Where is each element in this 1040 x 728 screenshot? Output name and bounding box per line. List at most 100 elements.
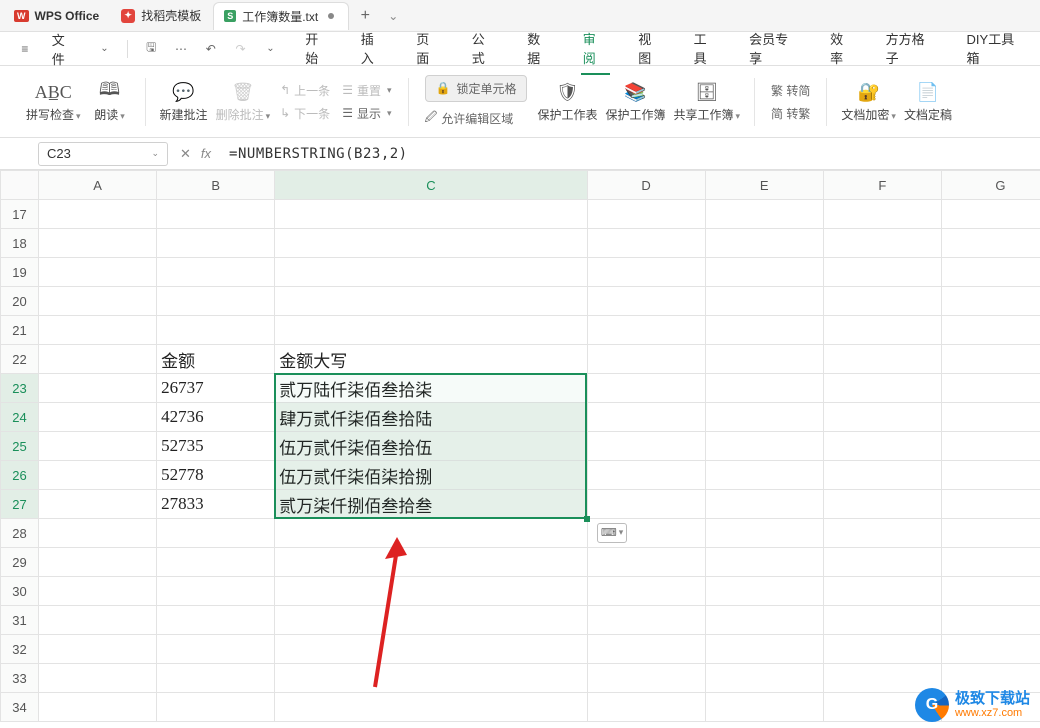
chevron-down-icon[interactable]: ⌄ [261,40,279,58]
cell-E28[interactable] [705,519,823,548]
formula-input[interactable]: =NUMBERSTRING(B23,2) [223,144,1032,164]
cell-C23[interactable]: 贰万陆仟柒佰叁拾柒 [275,374,587,403]
cell-G25[interactable] [941,432,1040,461]
cell-E20[interactable] [705,287,823,316]
cell-E18[interactable] [705,229,823,258]
next-comment-button[interactable]: ↳ 下一条 [280,105,330,122]
cell-D21[interactable] [587,316,705,345]
new-comment-button[interactable]: 💬 新建批注 [156,80,212,123]
cell-A24[interactable] [39,403,157,432]
cell-C22[interactable]: 金额大写 [275,345,587,374]
cell-B34[interactable] [157,693,275,722]
cell-F31[interactable] [823,606,941,635]
cell-B31[interactable] [157,606,275,635]
cell-E22[interactable] [705,345,823,374]
cell-E25[interactable] [705,432,823,461]
cell-B23[interactable]: 26737 [157,374,275,403]
cell-E29[interactable] [705,548,823,577]
spellcheck-button[interactable]: AB̲C 拼写检查▾ [22,80,85,123]
tc-to-sc-button[interactable]: 繁 转简 [771,82,810,99]
row-head-20[interactable]: 20 [1,287,39,316]
row-head-21[interactable]: 21 [1,316,39,345]
cell-A33[interactable] [39,664,157,693]
cell-A20[interactable] [39,287,157,316]
read-aloud-button[interactable]: 🕮 朗读▾ [85,80,135,123]
cell-B22[interactable]: 金额 [157,345,275,374]
chevron-icon[interactable]: ⌄ [96,40,114,58]
cell-E27[interactable] [705,490,823,519]
col-head-D[interactable]: D [587,171,705,200]
cell-D31[interactable] [587,606,705,635]
file-menu[interactable]: 文件 [42,27,88,71]
cell-C30[interactable] [275,577,587,606]
cell-G19[interactable] [941,258,1040,287]
cell-C19[interactable] [275,258,587,287]
row-head-32[interactable]: 32 [1,635,39,664]
cell-E31[interactable] [705,606,823,635]
cell-C32[interactable] [275,635,587,664]
lock-cells-button[interactable]: 🔒锁定单元格 [425,75,528,102]
row-head-17[interactable]: 17 [1,200,39,229]
cell-A17[interactable] [39,200,157,229]
allow-edit-button[interactable]: 🖉 允许编辑区域 [425,108,528,129]
share-book-button[interactable]: 🗄 共享工作簿▾ [670,80,745,123]
cell-C33[interactable] [275,664,587,693]
reset-comment-button[interactable]: ☰ 重置▾ [342,82,391,99]
row-head-19[interactable]: 19 [1,258,39,287]
cell-B33[interactable] [157,664,275,693]
cell-B20[interactable] [157,287,275,316]
cell-D27[interactable] [587,490,705,519]
cell-C27[interactable]: 贰万柒仟捌佰叁拾叁 [275,490,587,519]
cell-C21[interactable] [275,316,587,345]
cell-C29[interactable] [275,548,587,577]
row-head-31[interactable]: 31 [1,606,39,635]
cell-F22[interactable] [823,345,941,374]
select-all-corner[interactable] [1,171,39,200]
cell-C17[interactable] [275,200,587,229]
cell-D20[interactable] [587,287,705,316]
cell-D33[interactable] [587,664,705,693]
cell-D26[interactable] [587,461,705,490]
cell-B17[interactable] [157,200,275,229]
cell-C20[interactable] [275,287,587,316]
cell-E32[interactable] [705,635,823,664]
cell-A34[interactable] [39,693,157,722]
cell-C34[interactable] [275,693,587,722]
cell-B27[interactable]: 27833 [157,490,275,519]
cell-C31[interactable] [275,606,587,635]
cell-B30[interactable] [157,577,275,606]
encrypt-button[interactable]: 🔐 文档加密▾ [837,80,900,123]
show-comment-button[interactable]: ☰ 显示▾ [342,105,391,122]
cell-G30[interactable] [941,577,1040,606]
cell-F28[interactable] [823,519,941,548]
cell-E17[interactable] [705,200,823,229]
cell-G27[interactable] [941,490,1040,519]
cell-F17[interactable] [823,200,941,229]
row-head-18[interactable]: 18 [1,229,39,258]
cell-F23[interactable] [823,374,941,403]
cell-A25[interactable] [39,432,157,461]
col-head-A[interactable]: A [39,171,157,200]
row-head-25[interactable]: 25 [1,432,39,461]
cell-F18[interactable] [823,229,941,258]
col-head-E[interactable]: E [705,171,823,200]
cell-G23[interactable] [941,374,1040,403]
sc-to-tc-button[interactable]: 简 转繁 [771,105,810,122]
cell-G29[interactable] [941,548,1040,577]
cell-G18[interactable] [941,229,1040,258]
cell-C26[interactable]: 伍万贰仟柒佰柒拾捌 [275,461,587,490]
cell-C18[interactable] [275,229,587,258]
cell-F20[interactable] [823,287,941,316]
cell-E34[interactable] [705,693,823,722]
cell-F30[interactable] [823,577,941,606]
row-head-22[interactable]: 22 [1,345,39,374]
cell-E30[interactable] [705,577,823,606]
cell-G28[interactable] [941,519,1040,548]
cell-A32[interactable] [39,635,157,664]
undo-icon[interactable]: ↶ [202,40,220,58]
hamburger-icon[interactable]: ≡ [16,40,34,58]
cell-F19[interactable] [823,258,941,287]
finalize-button[interactable]: 📄 文档定稿 [900,80,956,123]
cell-B25[interactable]: 52735 [157,432,275,461]
cell-B26[interactable]: 52778 [157,461,275,490]
